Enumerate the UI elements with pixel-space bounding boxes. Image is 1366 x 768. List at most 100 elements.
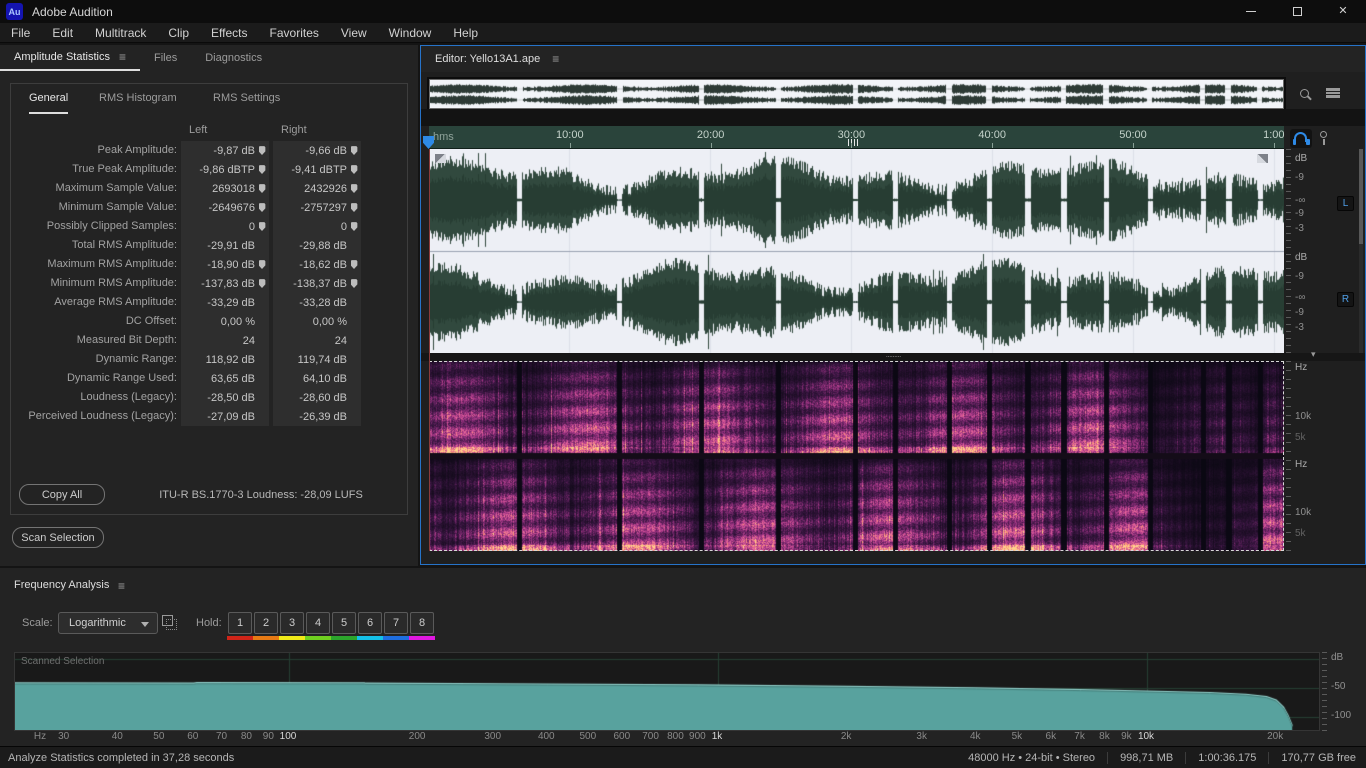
scale-dropdown[interactable]: Logarithmic — [58, 612, 158, 634]
frequency-ruler-label: Hz — [1295, 362, 1308, 373]
minimize-button[interactable] — [1228, 0, 1274, 23]
subtab-rms-histogram[interactable]: RMS Histogram — [99, 92, 177, 114]
stat-value: 24 — [334, 334, 347, 347]
tab-diagnostics[interactable]: Diagnostics — [191, 45, 276, 71]
hold-button-1[interactable]: 1 — [228, 612, 252, 634]
stat-row: Possibly Clipped Samples: 0 0 — [11, 217, 407, 236]
marker-pin-icon[interactable] — [258, 203, 266, 212]
panel-menu-icon[interactable]: ≡ — [119, 50, 126, 64]
file-size: 998,71 MB — [1120, 752, 1174, 764]
stat-value-cell-right: -29,88 dB — [273, 236, 361, 255]
hold-button-6[interactable]: 6 — [358, 612, 382, 634]
x-axis-tick-label: 1k — [711, 731, 723, 742]
tab-files[interactable]: Files — [140, 45, 191, 71]
marker-pin-icon[interactable] — [350, 222, 358, 231]
menu-effects[interactable]: Effects — [200, 23, 258, 43]
editor-panel-header[interactable]: Editor: Yello13A1.ape ≡ — [421, 46, 1365, 72]
waveform-overview-navigator[interactable] — [429, 79, 1284, 109]
menu-view[interactable]: View — [330, 23, 378, 43]
window-title: Adobe Audition — [32, 4, 113, 19]
subtab-general[interactable]: General — [29, 92, 69, 114]
collapse-arrow-icon[interactable]: ▾ — [1311, 349, 1316, 360]
hold-button-3[interactable]: 3 — [280, 612, 304, 634]
x-axis-tick-label: 400 — [537, 731, 555, 742]
stat-value-cell-right: -18,62 dB — [273, 255, 361, 274]
y-axis-tick-label: -100 — [1331, 710, 1352, 721]
selection-in-handle[interactable] — [435, 154, 446, 163]
marker-pin-icon[interactable] — [258, 222, 266, 231]
stat-value-cell-left: 24 — [181, 331, 269, 350]
selection-out-handle[interactable] — [1257, 154, 1268, 163]
stat-value-cell-right: -9,66 dB — [273, 141, 361, 160]
marker-pin-icon[interactable] — [258, 165, 266, 174]
maximize-button[interactable] — [1274, 0, 1320, 23]
menu-file[interactable]: File — [0, 23, 41, 43]
stat-value-cell-left: 0 — [181, 217, 269, 236]
stat-value: -2757297 — [300, 201, 348, 214]
menu-clip[interactable]: Clip — [157, 23, 200, 43]
stat-label: Minimum Sample Value: — [58, 201, 177, 213]
subtab-rms-settings[interactable]: RMS Settings — [213, 92, 280, 114]
stat-value-cell-right: -33,28 dB — [273, 293, 361, 312]
vertical-zoom-scrollbar[interactable] — [1359, 149, 1363, 353]
waveform-display[interactable] — [429, 149, 1284, 353]
display-splitter[interactable]: ········· — [421, 353, 1365, 361]
marker-pin-icon[interactable] — [350, 260, 358, 269]
marker-pin-icon[interactable] — [258, 184, 266, 193]
zoom-navigate-icon[interactable] — [1297, 87, 1314, 104]
hold-button-8[interactable]: 8 — [410, 612, 434, 634]
menu-help[interactable]: Help — [442, 23, 489, 43]
panel-menu-icon[interactable]: ≡ — [118, 579, 125, 593]
stat-value: -9,87 dB — [213, 144, 255, 157]
tab-amplitude-statistics[interactable]: Amplitude Statistics ≡ — [0, 45, 140, 71]
frequency-analysis-panel: Frequency Analysis ≡ Scale: Logarithmic … — [0, 568, 1366, 746]
marker-pin-icon[interactable] — [258, 260, 266, 269]
tab-label: Amplitude Statistics — [14, 51, 110, 63]
stat-value: 0,00 % — [220, 315, 255, 328]
hold-button-7[interactable]: 7 — [384, 612, 408, 634]
menu-edit[interactable]: Edit — [41, 23, 84, 43]
marker-pin-icon[interactable] — [258, 279, 266, 288]
menu-multitrack[interactable]: Multitrack — [84, 23, 157, 43]
marker-pin-icon[interactable] — [350, 146, 358, 155]
scan-selection-button[interactable]: Scan Selection — [12, 527, 104, 548]
stat-value-cell-right: 0,00 % — [273, 312, 361, 331]
monitor-headphones-icon[interactable] — [1290, 129, 1312, 148]
hold-button-4[interactable]: 4 — [306, 612, 330, 634]
stat-row: Maximum Sample Value: 2693018 2432926 — [11, 179, 407, 198]
hold-button-5[interactable]: 5 — [332, 612, 356, 634]
marker-pin-icon[interactable] — [350, 165, 358, 174]
frequency-analysis-title: Frequency Analysis — [14, 579, 110, 591]
stat-value-cell-left: -9,87 dB — [181, 141, 269, 160]
hold-button-2[interactable]: 2 — [254, 612, 278, 634]
menu-window[interactable]: Window — [378, 23, 443, 43]
stat-label: DC Offset: — [125, 315, 177, 327]
stat-value-cell-left: -29,91 dB — [181, 236, 269, 255]
amplitude-ruler-label: -9 — [1295, 307, 1304, 318]
spectral-display[interactable] — [429, 361, 1284, 551]
pin-icon[interactable] — [1319, 131, 1328, 146]
timeline-ruler[interactable]: hms 10:00 20:00 30:00 40:00 50:00 1:00 — [429, 126, 1285, 149]
copy-graph-icon[interactable] — [162, 615, 178, 631]
amplitude-ruler-label: -3 — [1295, 223, 1304, 234]
marker-pin-icon[interactable] — [350, 203, 358, 212]
marker-pin-icon[interactable] — [258, 146, 266, 155]
editor-panel: Editor: Yello13A1.ape ≡ hms 10:00 20:00 30… — [420, 45, 1366, 565]
marker-pin-icon[interactable] — [350, 184, 358, 193]
stat-value-cell-left: 2693018 — [181, 179, 269, 198]
timeline-tick — [1133, 143, 1134, 148]
channel-badge-l[interactable]: L — [1337, 196, 1354, 211]
display-layout-icon[interactable] — [1326, 88, 1340, 101]
copy-all-button[interactable]: Copy All — [19, 484, 105, 505]
close-button[interactable]: ✕ — [1320, 0, 1366, 23]
stat-value: 118,92 dB — [205, 353, 255, 366]
panel-menu-icon[interactable]: ≡ — [552, 52, 559, 66]
menu-favorites[interactable]: Favorites — [259, 23, 330, 43]
stat-value-cell-right: 119,74 dB — [273, 350, 361, 369]
zoombar-strip — [421, 109, 1365, 126]
chevron-down-icon — [141, 622, 149, 627]
channel-badge-r[interactable]: R — [1337, 292, 1354, 307]
frequency-plot[interactable]: Scanned Selection — [14, 652, 1320, 731]
playhead-line — [429, 149, 430, 551]
marker-pin-icon[interactable] — [350, 279, 358, 288]
